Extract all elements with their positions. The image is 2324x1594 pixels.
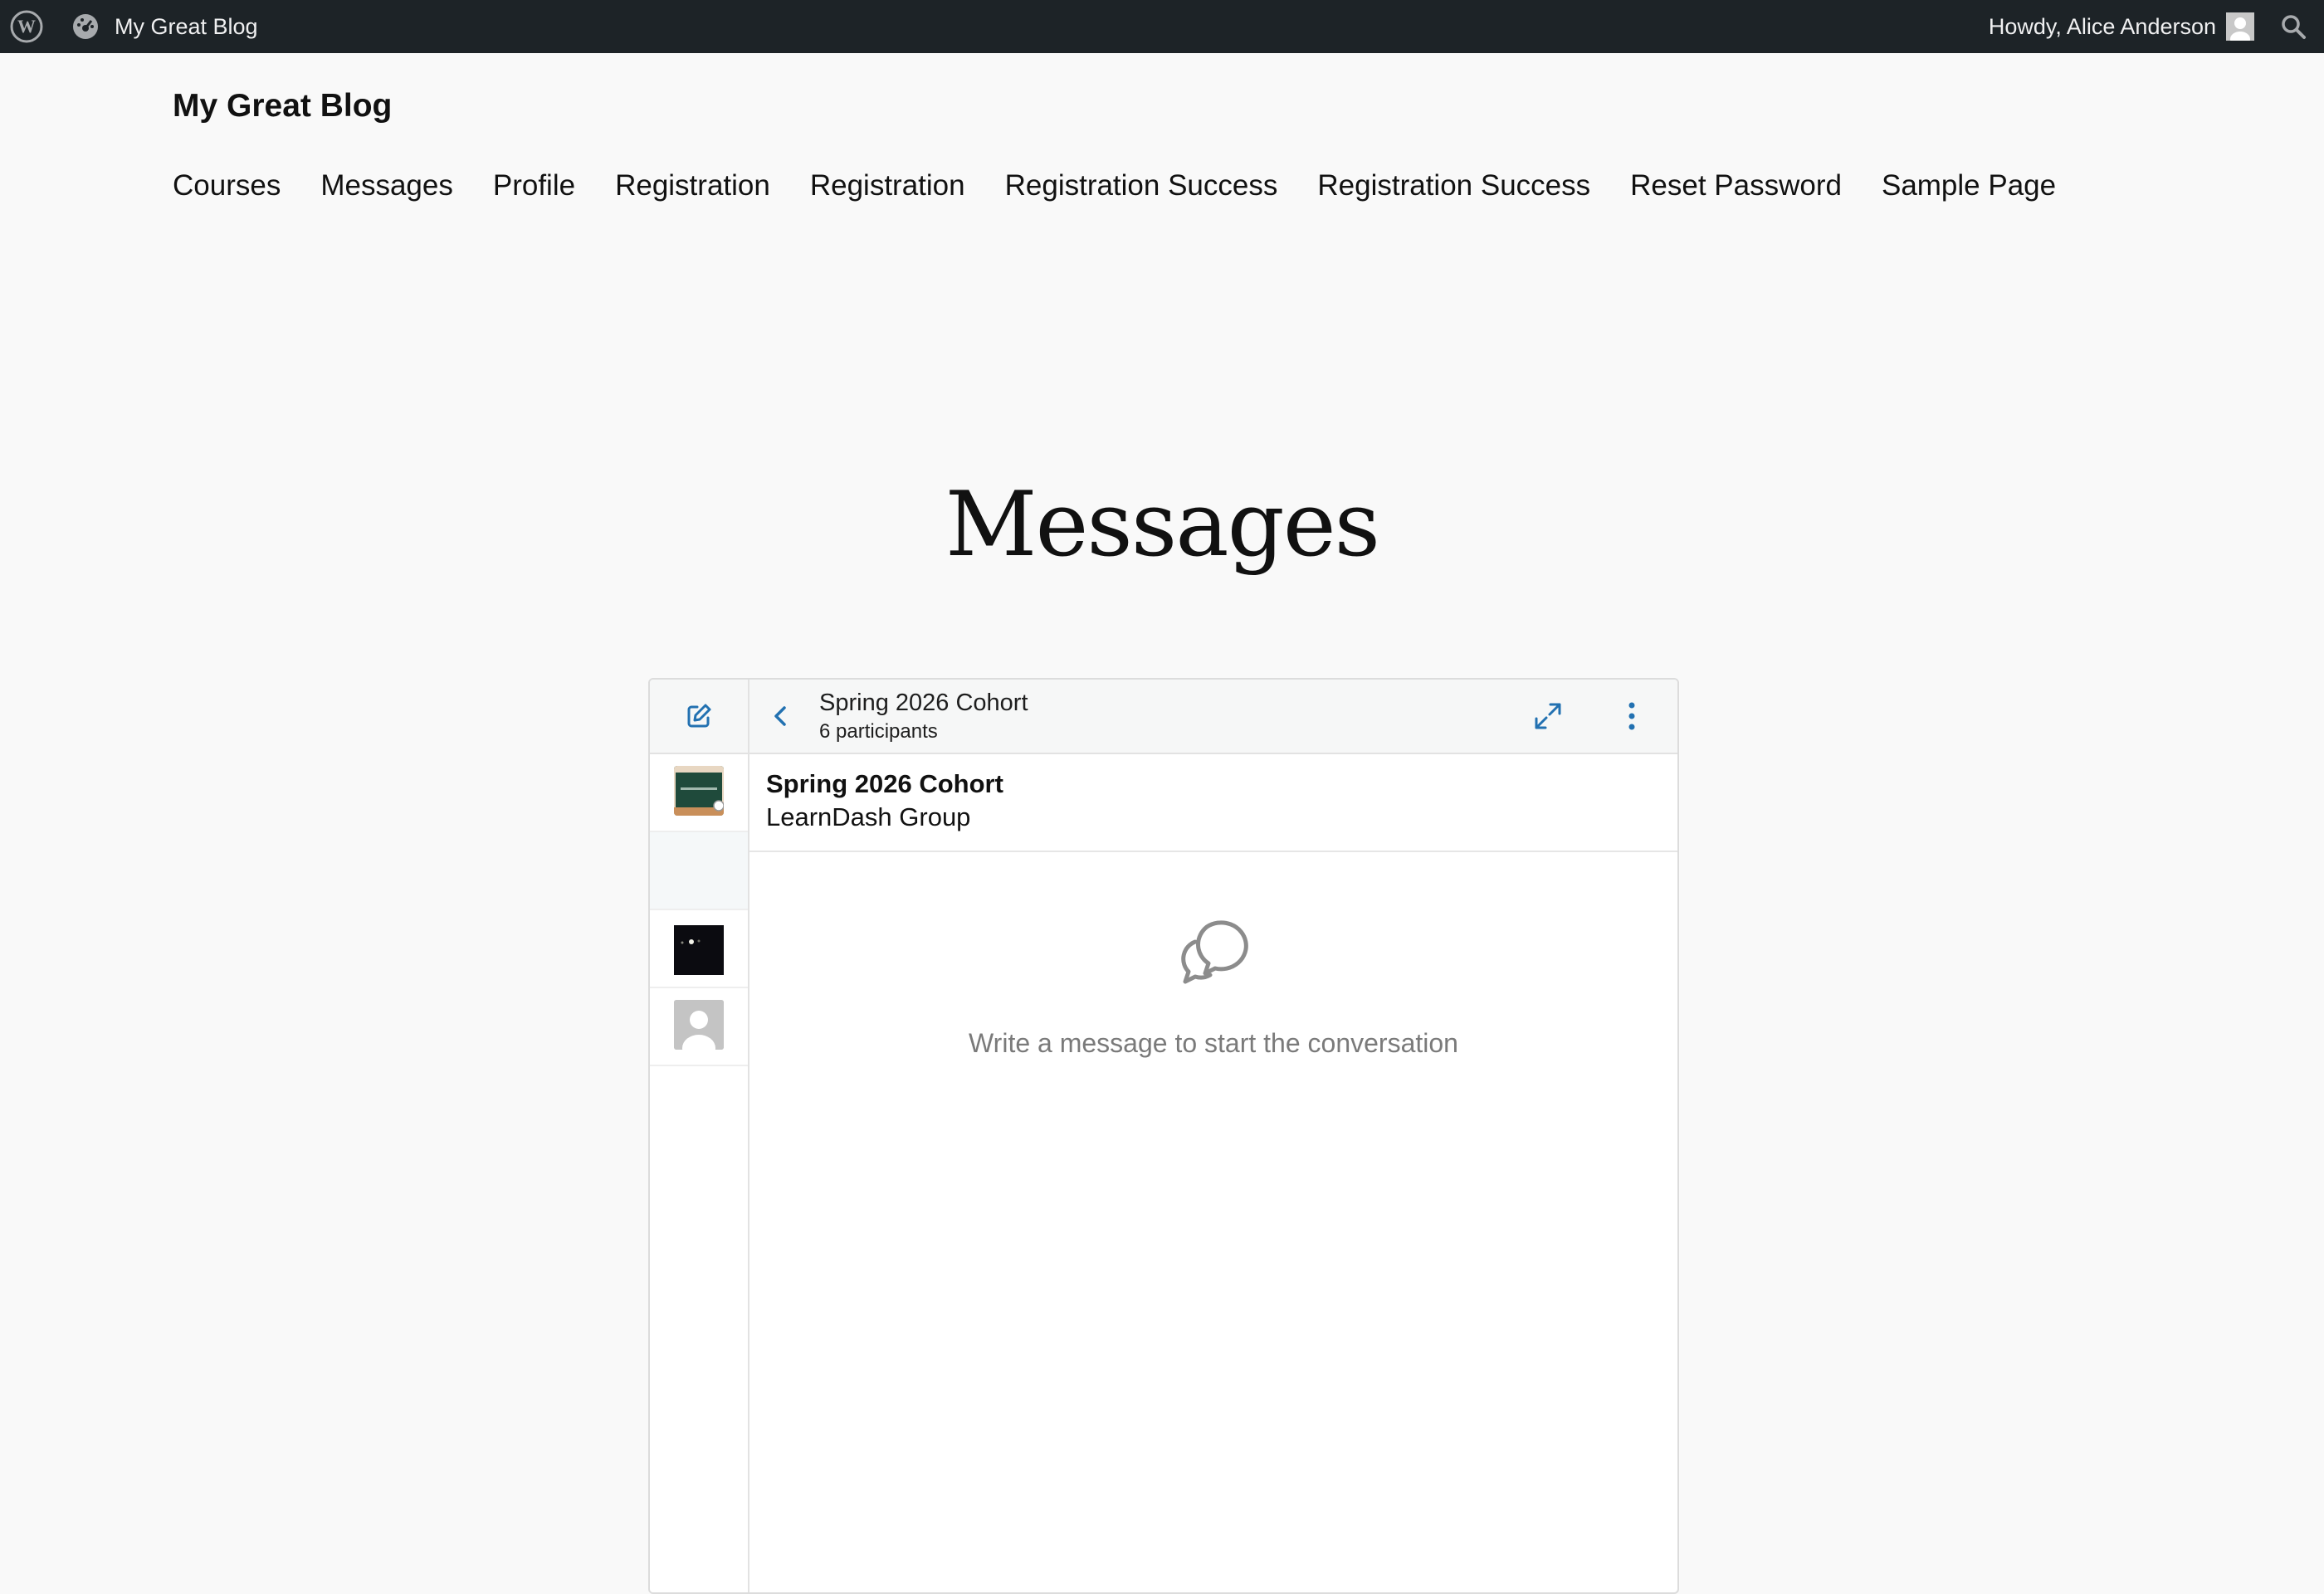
nav-item-messages[interactable]: Messages: [320, 169, 453, 202]
nav-item-reset-password[interactable]: Reset Password: [1630, 169, 1842, 202]
admin-bar-avatar[interactable]: [2226, 12, 2254, 41]
conversation-name[interactable]: Spring 2026 Cohort: [766, 769, 1003, 799]
messages-toolbar: Spring 2026 Cohort 6 participants: [650, 680, 1677, 754]
avatar: [674, 1000, 724, 1050]
thread-item[interactable]: [650, 832, 748, 910]
nav-item-registration-success[interactable]: Registration Success: [1005, 169, 1278, 202]
dark-photo-image: [674, 925, 724, 975]
primary-navigation: Courses Messages Profile Registration Re…: [173, 169, 2056, 202]
avatar-placeholder-icon: [2226, 12, 2254, 41]
more-vertical-icon[interactable]: [1619, 698, 1644, 734]
thread-item[interactable]: [650, 910, 748, 988]
compose-icon: [687, 704, 711, 728]
dashboard-icon: [73, 14, 98, 39]
thread-item[interactable]: [650, 988, 748, 1066]
nav-item-registration[interactable]: Registration: [615, 169, 770, 202]
admin-bar-site-name: My Great Blog: [115, 13, 258, 39]
conversation-title: Spring 2026 Cohort: [819, 690, 1028, 716]
group-thumbnail: [674, 925, 724, 975]
nav-item-courses[interactable]: Courses: [173, 169, 281, 202]
empty-state-text: Write a message to start the conversatio…: [969, 1028, 1458, 1058]
nav-item-sample-page[interactable]: Sample Page: [1882, 169, 2056, 202]
conversation-header: Spring 2026 Cohort LearnDash Group: [749, 754, 1677, 852]
avatar-placeholder-icon: [674, 1000, 724, 1050]
compose-button[interactable]: [650, 680, 749, 753]
chevron-left-icon[interactable]: [766, 701, 796, 731]
admin-bar: W My Great Blog Howdy, Alice Anderson: [0, 0, 2324, 53]
thread-item[interactable]: [650, 754, 748, 832]
thread-list: [650, 754, 749, 1592]
messages-widget: Spring 2026 Cohort 6 participants Spring…: [648, 678, 1679, 1594]
nav-item-registration-success-2[interactable]: Registration Success: [1317, 169, 1590, 202]
expand-icon[interactable]: [1533, 701, 1563, 731]
nav-item-profile[interactable]: Profile: [493, 169, 575, 202]
svg-text:W: W: [17, 16, 36, 37]
admin-bar-site-link[interactable]: My Great Blog: [71, 0, 258, 53]
site-title[interactable]: My Great Blog: [173, 88, 392, 124]
nav-item-registration-2[interactable]: Registration: [810, 169, 965, 202]
group-thumbnail: [674, 766, 724, 816]
participant-count[interactable]: 6 participants: [819, 720, 938, 743]
wordpress-icon[interactable]: W: [10, 10, 43, 43]
search-icon[interactable]: [2279, 12, 2307, 41]
chat-bubbles-icon: [1181, 920, 1248, 984]
admin-bar-howdy[interactable]: Howdy, Alice Anderson: [1989, 14, 2216, 40]
conversation-group-type: LearnDash Group: [766, 802, 971, 831]
chalkboard-image: [674, 766, 724, 816]
page-title: Messages: [945, 473, 1380, 577]
